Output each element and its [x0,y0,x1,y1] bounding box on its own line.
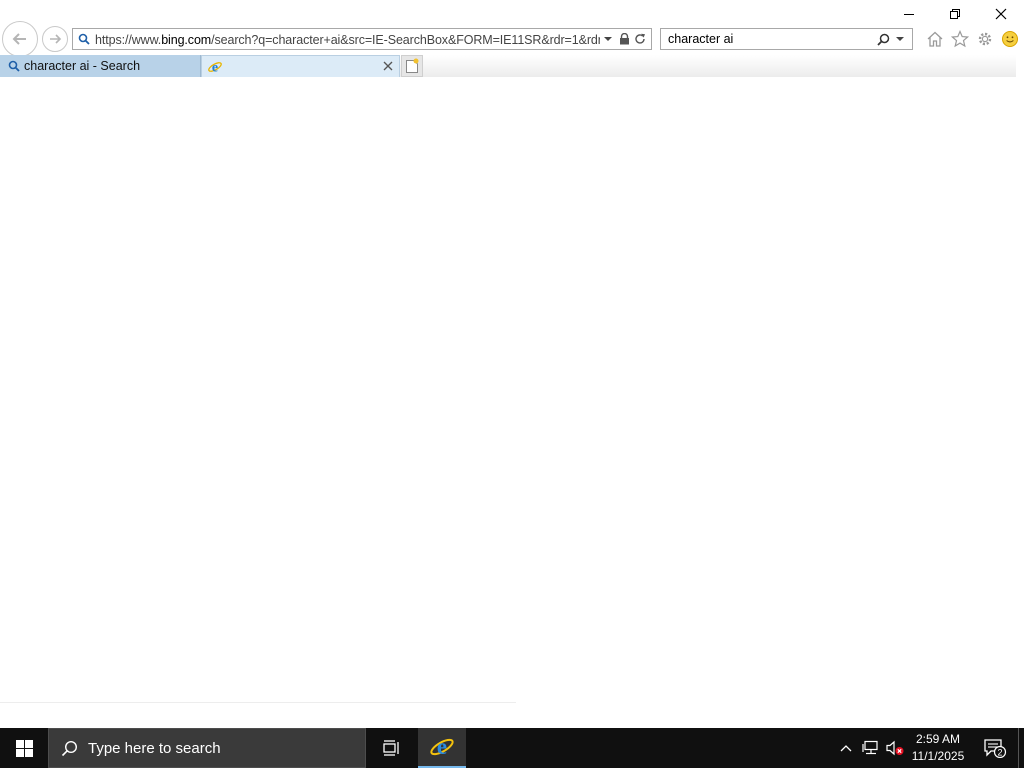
refresh-icon [635,33,645,44]
search-icon [73,29,95,49]
tools-button[interactable] [974,28,995,49]
task-view-icon [383,740,399,756]
volume-muted-icon [886,740,904,756]
close-button[interactable] [978,0,1024,28]
minimize-icon [904,14,914,15]
feedback-button[interactable] [999,28,1020,49]
forward-button[interactable] [42,26,68,52]
tab-bing-search[interactable]: character ai - Search [0,55,201,77]
taskbar-search-box[interactable]: Type here to search [48,728,366,768]
browser-search-box[interactable] [660,28,913,50]
search-dropdown-button[interactable] [892,29,908,49]
svg-text:e: e [212,60,218,75]
restore-icon [950,9,960,19]
clock-time: 2:59 AM [915,732,961,746]
notification-count: 2 [997,748,1002,758]
home-button[interactable] [924,28,945,49]
task-view-button[interactable] [370,728,414,768]
back-arrow-icon [12,33,26,45]
action-center-button[interactable]: 2 [978,728,1012,768]
smiley-icon [1001,30,1018,47]
tray-overflow-button[interactable] [836,728,856,768]
volume-tray-button[interactable] [884,728,906,768]
chevron-down-icon [896,37,904,41]
show-desktop-button[interactable] [1018,728,1024,768]
taskbar-search-placeholder: Type here to search [88,739,221,757]
ie-icon: e [430,734,454,759]
url-domain: bing.com [161,32,212,47]
favorites-button[interactable] [949,28,970,49]
chevron-down-icon [604,37,612,41]
close-icon [383,61,393,71]
search-icon [8,60,20,72]
url-text[interactable]: https://www.bing.com/search?q=character+… [95,32,600,47]
url-path: /search?q=character+ai&src=IE-SearchBox&… [211,32,600,47]
gear-icon [978,32,991,45]
clock-date: 11/1/2025 [911,749,965,763]
minimize-button[interactable] [886,0,932,28]
tab-active-loading[interactable]: e [201,55,400,77]
home-icon [927,31,942,47]
star-icon [950,29,969,47]
notification-icon: 2 [984,739,1007,758]
refresh-button[interactable] [632,29,648,49]
back-button[interactable] [2,21,38,57]
system-clock[interactable]: 2:59 AM 11/1/2025 [906,731,970,765]
search-icon [61,740,78,757]
address-dropdown-button[interactable] [600,29,616,49]
start-button[interactable] [0,728,48,768]
command-icons [924,28,1020,49]
lock-icon[interactable] [616,29,632,49]
taskbar: Type here to search e 2:59 AM 11/1/2025 … [0,728,1024,768]
close-icon [995,8,1007,20]
network-tray-button[interactable] [860,728,882,768]
url-prefix: https://www. [95,32,162,47]
tab-strip: character ai - Search e [0,55,1016,77]
search-input[interactable] [661,30,874,48]
tab-label: character ai - Search [24,59,141,73]
windows-logo-icon [15,739,33,757]
window-controls [886,0,1024,28]
taskbar-internet-explorer[interactable]: e [418,728,466,768]
network-icon [862,740,878,755]
search-go-button[interactable] [874,29,892,49]
forward-arrow-icon [50,34,62,44]
svg-text:e: e [437,734,447,759]
new-tab-icon [406,58,419,73]
chevron-up-icon [840,745,852,752]
tab-close-button[interactable] [381,59,395,73]
restore-button[interactable] [932,0,978,28]
address-bar[interactable]: https://www.bing.com/search?q=character+… [72,28,652,50]
ie-icon: e [207,59,223,75]
new-tab-button[interactable] [401,55,423,77]
status-bar-line [0,702,516,703]
magnifier-icon [876,33,889,46]
